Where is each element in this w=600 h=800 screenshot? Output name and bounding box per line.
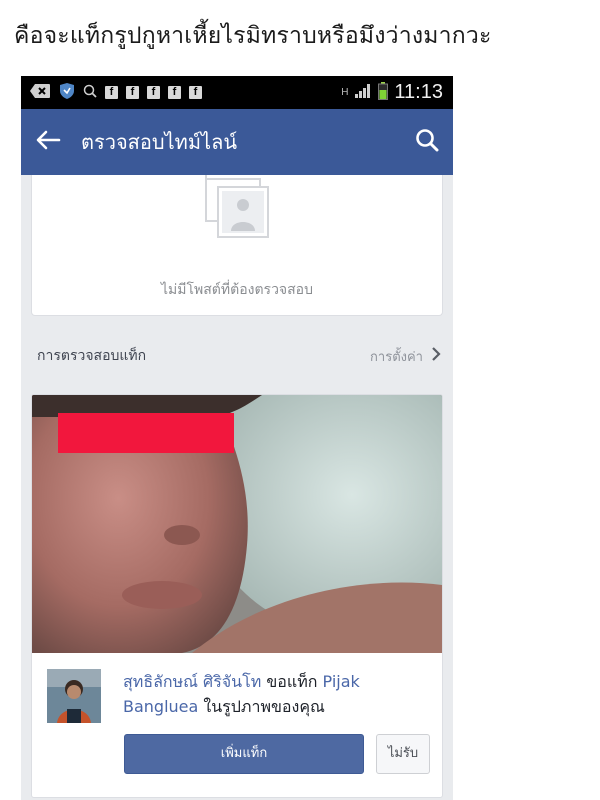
censor-bar: [58, 413, 234, 453]
chevron-right-icon: [431, 347, 441, 365]
phone-screenshot: f f f f f H 11:13 ตรวจสอบไทม์ไลน์ ไม่มีโ…: [21, 76, 453, 800]
back-arrow-icon[interactable]: [35, 129, 61, 155]
settings-label[interactable]: การตั้งค่า: [370, 346, 423, 367]
post-caption: คือจะแท็กรูปกูหาเหี้ยไรมิทราบหรือมึงว่าง…: [14, 23, 492, 49]
facebook-notification-icon: f: [126, 86, 139, 99]
facebook-notification-icon: f: [147, 86, 160, 99]
page-title: ตรวจสอบไทม์ไลน์: [81, 130, 238, 154]
battery-icon: [378, 81, 389, 104]
tagged-photo[interactable]: [32, 395, 442, 653]
search-icon: [83, 83, 97, 102]
tag-request-text: สุทธิลักษณ์ ศิริจันโท ขอแท็ก Pijak Bangl…: [123, 669, 433, 719]
shield-icon: [59, 82, 75, 104]
tag-action-text: ขอแท็ก: [266, 672, 318, 691]
avatar[interactable]: [47, 669, 101, 723]
empty-timeline-card: ไม่มีโพสต์ที่ต้องตรวจสอบ: [31, 175, 443, 316]
facebook-notification-icon: f: [189, 86, 202, 99]
photo-placeholder-icon: [202, 175, 274, 245]
facebook-notification-icon: f: [168, 86, 181, 99]
settings-link[interactable]: การตั้งค่า: [370, 346, 441, 367]
status-bar: f f f f f H 11:13: [21, 76, 453, 109]
add-tag-button[interactable]: เพิ่มแท็ก: [124, 734, 364, 774]
tag-request-card: สุทธิลักษณ์ ศิริจันโท ขอแท็ก Pijak Bangl…: [31, 394, 443, 798]
backspace-icon: [29, 83, 51, 103]
empty-state-text: ไม่มีโพสต์ที่ต้องตรวจสอบ: [161, 282, 313, 298]
tag-request-row: สุทธิลักษณ์ ศิริจันโท ขอแท็ก Pijak Bangl…: [47, 669, 433, 725]
tag-review-header: การตรวจสอบแท็ก การตั้งค่า: [21, 338, 453, 374]
search-icon[interactable]: [415, 128, 439, 156]
section-title: การตรวจสอบแท็ก: [37, 348, 147, 364]
signal-strength-icon: [354, 83, 372, 103]
photo-content: [32, 395, 442, 653]
tag-suffix-text: ในรูปภาพของคุณ: [203, 697, 325, 716]
network-type-indicator: H: [341, 87, 349, 98]
app-bar: ตรวจสอบไทม์ไลน์: [21, 109, 453, 175]
decline-tag-button[interactable]: ไม่รับ: [376, 734, 430, 774]
facebook-notification-icon: f: [105, 86, 118, 99]
status-time: 11:13: [394, 81, 443, 103]
requester-name-link[interactable]: สุทธิลักษณ์ ศิริจันโท: [123, 672, 261, 691]
